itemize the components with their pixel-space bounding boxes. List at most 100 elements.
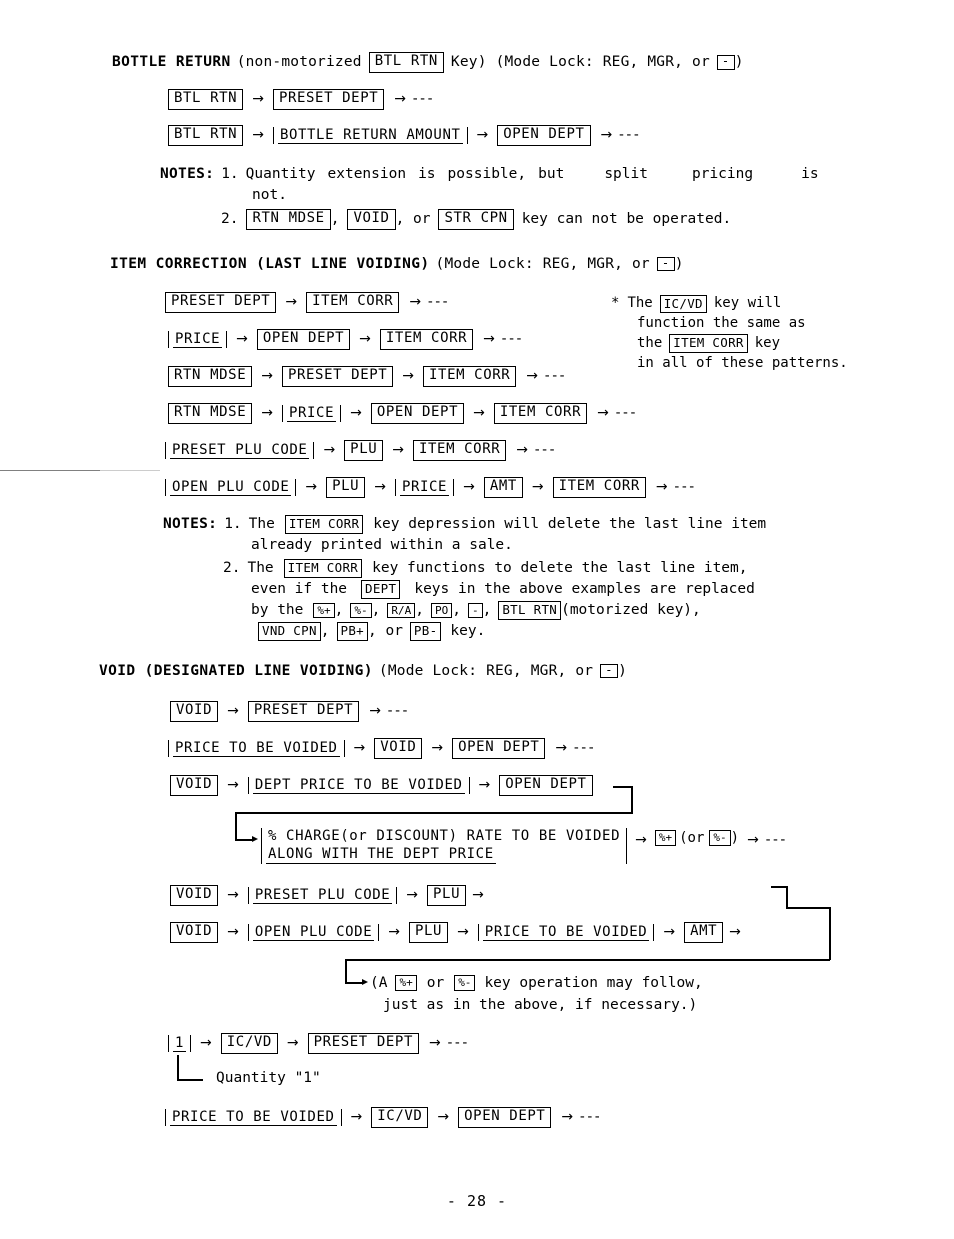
entry-price[interactable]: PRICE bbox=[394, 478, 455, 496]
key-mode-dash[interactable]: - bbox=[600, 663, 619, 679]
arrow-icon: → bbox=[409, 294, 422, 311]
key-item-corr[interactable]: ITEM CORR bbox=[379, 329, 474, 350]
note-text: key. bbox=[450, 623, 486, 640]
key-percent-minus[interactable]: %- bbox=[709, 830, 731, 846]
entry-price-to-be-voided[interactable]: PRICE TO BE VOIDED bbox=[477, 923, 655, 941]
key-rtn-mdse[interactable]: RTN MDSE bbox=[168, 403, 253, 424]
flow-item-correction-6: OPEN PLU CODE → PLU → PRICE → AMT → ITEM… bbox=[165, 477, 696, 498]
key-btl-rtn[interactable]: BTL RTN bbox=[368, 52, 444, 73]
key-mode-dash[interactable]: - bbox=[656, 256, 675, 272]
arrow-icon: → bbox=[227, 703, 239, 720]
key-rtn-mdse[interactable]: RTN MDSE bbox=[168, 366, 253, 387]
flow-end-dashes: --- bbox=[763, 832, 787, 848]
key-open-dept[interactable]: OPEN DEPT bbox=[499, 775, 593, 796]
flow-end-dashes: --- bbox=[385, 703, 409, 720]
section-title-tail-end: ) bbox=[618, 663, 627, 679]
key-preset-dept[interactable]: PRESET DEPT bbox=[247, 701, 360, 722]
key-amt[interactable]: AMT bbox=[684, 922, 724, 943]
entry-label: DEPT PRICE TO BE VOIDED bbox=[252, 776, 465, 794]
flow-void-9-caption: Quantity "1" bbox=[216, 1070, 321, 1086]
key-open-dept[interactable]: OPEN DEPT bbox=[497, 125, 591, 146]
key-percent-plus[interactable]: %+ bbox=[395, 975, 417, 991]
entry-dept-price-to-be-voided[interactable]: DEPT PRICE TO BE VOIDED bbox=[247, 776, 470, 794]
key-vnd-cpn[interactable]: VND CPN bbox=[258, 622, 321, 641]
key-void[interactable]: VOID bbox=[374, 738, 423, 759]
entry-preset-plu-code[interactable]: PRESET PLU CODE bbox=[247, 886, 398, 904]
entry-price[interactable]: PRICE bbox=[281, 404, 342, 422]
key-item-corr[interactable]: ITEM CORR bbox=[493, 403, 588, 424]
arrow-icon: → bbox=[729, 924, 741, 941]
key-percent-plus[interactable]: %+ bbox=[654, 830, 677, 846]
entry-price[interactable]: PRICE bbox=[168, 330, 228, 348]
key-plu[interactable]: PLU bbox=[344, 440, 384, 461]
key-dash[interactable]: - bbox=[467, 602, 483, 619]
entry-label: PRICE bbox=[286, 404, 337, 422]
key-void[interactable]: VOID bbox=[347, 209, 396, 230]
note-text: just as in the above, if necessary.) bbox=[383, 997, 698, 1013]
key-btl-rtn[interactable]: BTL RTN bbox=[168, 125, 244, 146]
flow-item-correction-3: RTN MDSE → PRESET DEPT → ITEM CORR → --- bbox=[168, 366, 566, 387]
entry-price-to-be-voided[interactable]: PRICE TO BE VOIDED bbox=[165, 1108, 342, 1126]
key-preset-dept[interactable]: PRESET DEPT bbox=[272, 89, 385, 110]
key-void[interactable]: VOID bbox=[170, 701, 219, 722]
connector-segment bbox=[613, 786, 633, 788]
note-text: not. bbox=[252, 187, 287, 204]
key-open-dept[interactable]: OPEN DEPT bbox=[370, 403, 465, 424]
key-percent-minus[interactable]: %- bbox=[350, 602, 372, 619]
key-ic-vd[interactable]: IC/VD bbox=[371, 1107, 429, 1128]
entry-percent-charge-rate[interactable]: % CHARGE(or DISCOUNT) RATE TO BE VOIDED … bbox=[261, 828, 628, 864]
key-rtn-mdse[interactable]: RTN MDSE bbox=[246, 209, 331, 230]
connector-segment bbox=[235, 812, 633, 814]
key-plu[interactable]: PLU bbox=[408, 922, 449, 943]
note-comma: , bbox=[371, 602, 381, 619]
key-pb-plus[interactable]: PB+ bbox=[336, 622, 368, 641]
key-void[interactable]: VOID bbox=[170, 922, 219, 943]
key-mode-dash[interactable]: - bbox=[716, 54, 735, 70]
key-po[interactable]: PO bbox=[430, 602, 453, 619]
key-item-corr[interactable]: ITEM CORR bbox=[306, 292, 400, 313]
key-btl-rtn[interactable]: BTL RTN bbox=[168, 89, 244, 110]
key-preset-dept[interactable]: PRESET DEPT bbox=[281, 366, 394, 387]
arrow-icon: → bbox=[472, 887, 484, 904]
key-r-a[interactable]: R/A bbox=[387, 602, 416, 619]
key-open-dept[interactable]: OPEN DEPT bbox=[452, 738, 546, 759]
key-btl-rtn[interactable]: BTL RTN bbox=[498, 601, 562, 620]
note-comma: , bbox=[320, 623, 330, 640]
flow-end-dashes: --- bbox=[672, 479, 696, 496]
key-preset-dept[interactable]: PRESET DEPT bbox=[165, 292, 277, 313]
key-item-corr[interactable]: ITEM CORR bbox=[283, 559, 363, 578]
key-item-corr[interactable]: ITEM CORR bbox=[552, 477, 646, 498]
arrow-icon: → bbox=[359, 331, 371, 348]
key-item-corr[interactable]: ITEM CORR bbox=[669, 334, 748, 353]
key-item-corr[interactable]: ITEM CORR bbox=[284, 515, 364, 534]
key-item-corr[interactable]: ITEM CORR bbox=[413, 440, 507, 461]
sidenote-line: function the same as bbox=[611, 314, 848, 334]
key-void[interactable]: VOID bbox=[170, 775, 219, 796]
key-preset-dept[interactable]: PRESET DEPT bbox=[307, 1033, 419, 1054]
key-item-corr[interactable]: ITEM CORR bbox=[423, 366, 517, 387]
entry-label: PRICE bbox=[399, 478, 450, 496]
key-percent-minus[interactable]: %- bbox=[454, 975, 476, 991]
entry-open-plu-code[interactable]: OPEN PLU CODE bbox=[165, 478, 297, 496]
key-ic-vd[interactable]: IC/VD bbox=[659, 294, 707, 314]
entry-open-plu-code[interactable]: OPEN PLU CODE bbox=[247, 923, 380, 941]
entry-quantity-one[interactable]: 1 bbox=[168, 1034, 192, 1052]
key-void[interactable]: VOID bbox=[170, 885, 219, 906]
entry-price-to-be-voided[interactable]: PRICE TO BE VOIDED bbox=[168, 739, 345, 757]
key-percent-plus[interactable]: %+ bbox=[313, 602, 335, 619]
key-dept[interactable]: DEPT bbox=[361, 580, 401, 599]
section-heading-item-correction: ITEM CORRECTION (LAST LINE VOIDING) (Mod… bbox=[110, 256, 684, 272]
entry-preset-plu-code[interactable]: PRESET PLU CODE bbox=[165, 441, 315, 459]
key-open-dept[interactable]: OPEN DEPT bbox=[458, 1107, 552, 1128]
key-pb-minus[interactable]: PB- bbox=[409, 622, 442, 641]
entry-bottle-return-amount[interactable]: BOTTLE RETURN AMOUNT bbox=[272, 126, 468, 144]
flow-void-7: (A %+ or %- key operation may follow, bbox=[370, 975, 703, 991]
scan-artifact-line-faint bbox=[100, 470, 160, 471]
key-plu[interactable]: PLU bbox=[326, 477, 366, 498]
key-amt[interactable]: AMT bbox=[483, 477, 523, 498]
key-open-dept[interactable]: OPEN DEPT bbox=[256, 329, 351, 350]
arrow-icon: → bbox=[428, 1035, 441, 1052]
key-ic-vd[interactable]: IC/VD bbox=[220, 1033, 278, 1054]
key-plu[interactable]: PLU bbox=[427, 885, 467, 906]
key-str-cpn[interactable]: STR CPN bbox=[438, 209, 514, 230]
